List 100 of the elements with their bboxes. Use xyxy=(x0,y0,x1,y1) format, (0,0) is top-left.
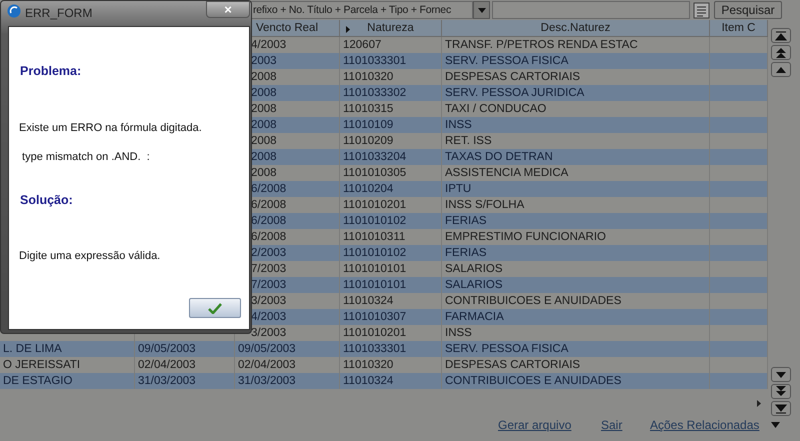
table-cell: TRANSF. P/PETROS RENDA ESTAC xyxy=(445,39,638,51)
table-cell: DESPESAS CARTORIAIS xyxy=(445,359,580,371)
column-header[interactable]: Item C xyxy=(710,20,768,36)
scroll-button[interactable] xyxy=(771,367,791,382)
table-cell: 11010109 xyxy=(343,119,394,131)
message-text: Digite uma expressão válida. xyxy=(19,249,160,264)
caret-icon xyxy=(478,8,486,12)
last-page-icon xyxy=(773,402,789,415)
table-cell: 1101010311 xyxy=(343,231,406,243)
first-page-icon xyxy=(773,29,789,42)
table-cell: 2008 xyxy=(251,87,277,99)
checkmark-icon xyxy=(207,302,223,314)
table-cell: 4/2003 xyxy=(251,311,286,323)
table-cell: 31/03/2003 xyxy=(238,375,296,387)
window-title: ERR_FORM xyxy=(25,5,92,22)
table-cell: 02/04/2003 xyxy=(238,359,296,371)
table-cell: TAXI / CONDUCAO xyxy=(445,103,546,115)
table-cell: 2008 xyxy=(251,167,277,179)
sort-arrow-icon xyxy=(346,26,350,33)
table-cell: 1101010305 xyxy=(343,167,406,179)
scroll-button[interactable] xyxy=(771,401,791,416)
column-header[interactable]: Desc.Naturez xyxy=(442,20,710,36)
table-cell: 2008 xyxy=(251,151,277,163)
table-cell: 2008 xyxy=(251,135,277,147)
table-cell: 120607 xyxy=(343,39,382,51)
table-cell: 1101033301 xyxy=(343,343,406,355)
table-cell: 3/2003 xyxy=(251,295,286,307)
ok-button[interactable] xyxy=(189,298,241,318)
table-cell: IPTU xyxy=(445,183,472,195)
scroll-button[interactable] xyxy=(771,45,791,60)
table-cell: 2003 xyxy=(251,55,277,67)
table-cell: 11010209 xyxy=(343,135,394,147)
table-cell: EMPRESTIMO FUNCIONARIO xyxy=(445,231,606,243)
table-cell: 1101010102 xyxy=(343,215,406,227)
table-cell: DE ESTAGIO xyxy=(3,375,72,387)
table-cell: 1101033301 xyxy=(343,55,406,67)
table-cell: 6/2008 xyxy=(251,231,286,243)
table-cell: 11010324 xyxy=(343,375,394,387)
table-cell: RET. ISS xyxy=(445,135,492,147)
table-cell: 2008 xyxy=(251,119,277,131)
table-cell: 6/2008 xyxy=(251,199,286,211)
scroll-button[interactable] xyxy=(771,62,791,77)
table-cell: 11010320 xyxy=(343,359,394,371)
table-cell: TAXAS DO DETRAN xyxy=(445,151,553,163)
table-cell: 3/2003 xyxy=(251,327,286,339)
scroll-button[interactable] xyxy=(771,384,791,399)
table-cell: 7/2003 xyxy=(251,279,286,291)
message-text: Existe um ERRO na fórmula digitada. xyxy=(19,121,202,136)
table-cell: 09/05/2003 xyxy=(138,343,196,355)
table-cell: 11010315 xyxy=(343,103,394,115)
pointer-icon xyxy=(757,400,761,407)
table-cell: O JEREISSATI xyxy=(3,359,80,371)
footer-link[interactable]: Ações Relacionadas xyxy=(650,416,760,434)
table-cell: 31/03/2003 xyxy=(138,375,196,387)
search-button[interactable]: Pesquisar xyxy=(714,1,782,19)
table-cell: INSS xyxy=(445,327,472,339)
table-cell: 02/04/2003 xyxy=(138,359,196,371)
table-cell: 1101010102 xyxy=(343,247,406,259)
table-cell: SALARIOS xyxy=(445,263,503,275)
table-cell: SALARIOS xyxy=(445,279,503,291)
table-cell: INSS S/FOLHA xyxy=(445,199,524,211)
table-cell: 2008 xyxy=(251,103,277,115)
table-cell: 1101010307 xyxy=(343,311,406,323)
table-cell: 1101010101 xyxy=(343,279,406,291)
table-cell: 6/2008 xyxy=(251,183,286,195)
table-row[interactable]: DE ESTAGIO 31/03/2003 31/03/2003 11010324 CONTRIBUICOES E ANUIDADES xyxy=(0,373,768,389)
table-cell: CONTRIBUICOES E ANUIDADES xyxy=(445,375,622,387)
table-cell: FERIAS xyxy=(445,247,487,259)
close-button[interactable]: × xyxy=(206,1,250,18)
table-cell: DESPESAS CARTORIAIS xyxy=(445,71,580,83)
message-text: type mismatch on .AND. : xyxy=(21,150,150,165)
table-cell: ASSISTENCIA MEDICA xyxy=(445,167,568,179)
column-header[interactable]: Natureza xyxy=(340,20,442,36)
table-cell: 11010320 xyxy=(343,71,394,83)
table-cell: 4/2003 xyxy=(251,39,286,51)
document-icon[interactable] xyxy=(693,2,711,18)
table-cell: SERV. PESSOA FISICA xyxy=(445,343,568,355)
table-cell: 7/2003 xyxy=(251,263,286,275)
table-cell: 1101010201 xyxy=(343,327,406,339)
table-cell: 1101033204 xyxy=(343,151,406,163)
table-cell: 1101033302 xyxy=(343,87,406,99)
table-cell: L. DE LIMA xyxy=(3,343,62,355)
table-cell: 11010324 xyxy=(343,295,394,307)
dropdown-button[interactable] xyxy=(473,1,490,19)
table-cell: 1101010201 xyxy=(343,199,406,211)
table-cell: 09/05/2003 xyxy=(238,343,296,355)
table-cell: CONTRIBUICOES E ANUIDADES xyxy=(445,295,622,307)
table-row[interactable]: L. DE LIMA 09/05/2003 09/05/2003 1101033301 SERV. PESSOA FISICA xyxy=(0,341,768,357)
table-cell: 2/2003 xyxy=(251,247,286,259)
table-cell: SERV. PESSOA JURIDICA xyxy=(445,87,584,99)
scroll-button[interactable] xyxy=(771,28,791,43)
search-field[interactable] xyxy=(492,1,690,19)
table-cell: FARMACIA xyxy=(445,311,504,323)
footer-link[interactable]: Sair xyxy=(601,416,622,434)
caret-icon[interactable] xyxy=(771,422,780,428)
footer-link[interactable]: Gerar arquivo xyxy=(498,416,572,434)
table-cell: 2008 xyxy=(251,71,277,83)
table-cell: INSS xyxy=(445,119,472,131)
table-cell: 6/2008 xyxy=(251,215,286,227)
table-cell: 1101010101 xyxy=(343,263,406,275)
